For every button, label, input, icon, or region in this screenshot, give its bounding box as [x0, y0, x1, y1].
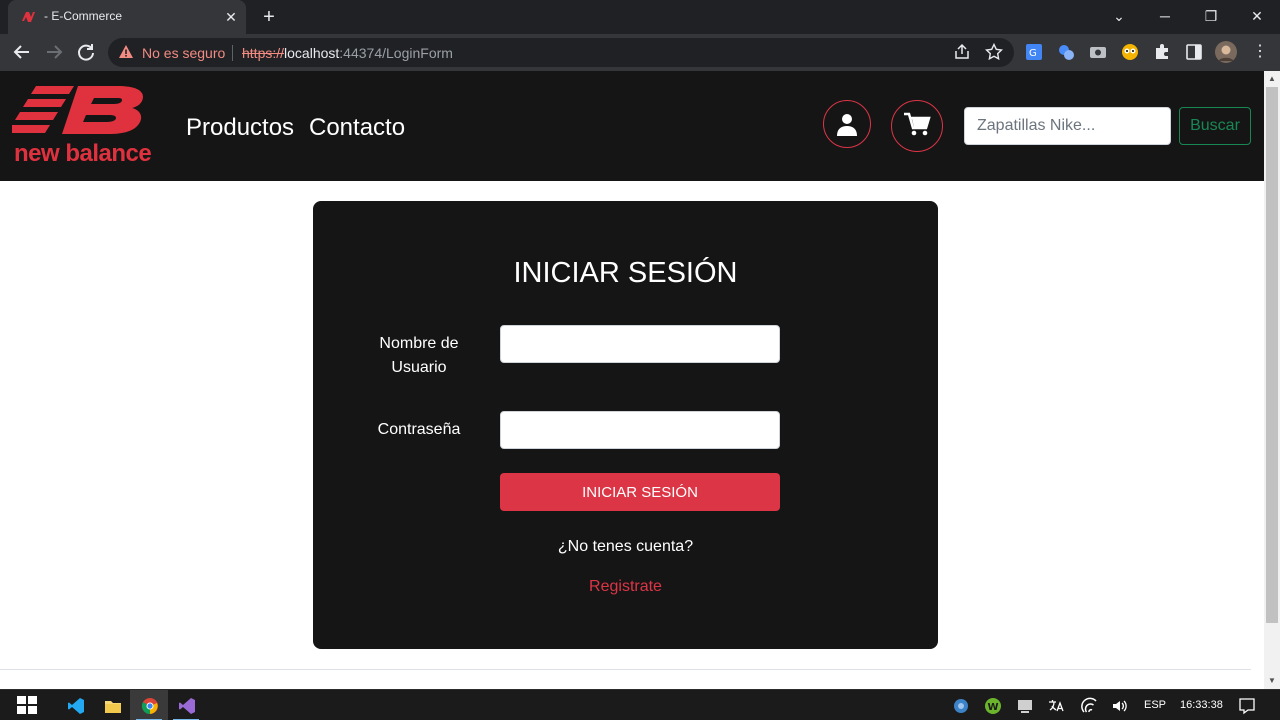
- monitor-tray-icon[interactable]: [1016, 697, 1034, 715]
- close-tab-icon[interactable]: ✕: [222, 8, 240, 26]
- url-scheme: https://: [242, 45, 285, 61]
- new-balance-nb-mark-icon: [7, 86, 143, 134]
- new-tab-button[interactable]: +: [258, 6, 280, 28]
- address-separator: [232, 45, 233, 61]
- site-header: new balance Productos Contacto Buscar: [0, 71, 1264, 181]
- scroll-up-icon[interactable]: ▲: [1268, 75, 1276, 83]
- vscode-icon: [68, 698, 84, 714]
- taskbar-chrome[interactable]: [130, 690, 168, 720]
- tab-title: - E-Commerce: [44, 9, 123, 23]
- translate-extension-icon[interactable]: [1057, 43, 1075, 61]
- visual-studio-icon: [179, 698, 195, 714]
- username-label: Nombre de Usuario: [379, 335, 459, 376]
- network-drive-tray-icon[interactable]: [952, 697, 970, 715]
- no-account-text: ¿No tenes cuenta?: [557, 538, 694, 555]
- taskbar-file-explorer[interactable]: [93, 690, 131, 720]
- kebab-menu-icon[interactable]: ⋮: [1251, 43, 1269, 61]
- browser-tab-active[interactable]: - E-Commerce ✕: [8, 0, 246, 34]
- google-translate-icon[interactable]: G: [1025, 43, 1043, 61]
- page-viewport: new balance Productos Contacto Buscar IN…: [0, 71, 1264, 689]
- url-host: localhost: [284, 45, 340, 61]
- browser-tabstrip: - E-Commerce ✕ + ⌄ ─ ❐ ✕: [0, 0, 1280, 34]
- close-window-button[interactable]: ✕: [1234, 0, 1280, 34]
- login-card: INICIAR SESIÓN Nombre de Usuario Contras…: [313, 201, 938, 649]
- url-text[interactable]: https://localhost:44374/LoginForm: [242, 45, 453, 61]
- volume-tray-icon[interactable]: [1111, 697, 1129, 715]
- svg-text:W: W: [988, 702, 999, 713]
- password-label: Contraseña: [377, 421, 461, 438]
- w-app-tray-icon[interactable]: W: [984, 697, 1002, 715]
- taskbar-visual-studio[interactable]: [167, 690, 205, 720]
- nav-link-contacto[interactable]: Contacto: [309, 114, 405, 142]
- forward-arrow-icon[interactable]: [42, 40, 66, 64]
- folder-icon: [105, 701, 121, 713]
- windows-logo-icon: [17, 696, 37, 714]
- login-submit-button[interactable]: INICIAR SESIÓN: [500, 473, 780, 511]
- nav-link-productos[interactable]: Productos: [186, 114, 294, 142]
- browser-toolbar: No es seguro https://localhost:44374/Log…: [0, 34, 1280, 71]
- restore-button[interactable]: ❐: [1188, 0, 1234, 34]
- svg-text:G: G: [1029, 48, 1037, 59]
- clock[interactable]: 16:33:38: [1180, 699, 1223, 711]
- user-icon: [837, 114, 857, 136]
- bookmark-star-icon[interactable]: [985, 43, 1003, 61]
- address-bar[interactable]: No es seguro https://localhost:44374/Log…: [108, 38, 1014, 67]
- username-input[interactable]: [500, 325, 780, 363]
- url-path: :44374/LoginForm: [339, 45, 453, 61]
- tab-search-chevron-down-icon[interactable]: ⌄: [1096, 0, 1142, 34]
- user-account-button[interactable]: [823, 100, 871, 148]
- wifi-tray-icon[interactable]: [1081, 697, 1099, 715]
- page-divider: [0, 669, 1251, 670]
- product-search-input[interactable]: [964, 107, 1171, 145]
- language-indicator[interactable]: ESP: [1144, 699, 1166, 711]
- register-link[interactable]: Registrate: [313, 578, 938, 596]
- share-icon[interactable]: [953, 43, 971, 61]
- shopping-cart-icon: [904, 112, 931, 136]
- search-button[interactable]: Buscar: [1179, 107, 1251, 145]
- eyes-extension-icon[interactable]: [1121, 43, 1139, 61]
- password-input[interactable]: [500, 411, 780, 449]
- side-panel-icon[interactable]: [1185, 43, 1203, 61]
- warning-icon[interactable]: [118, 44, 134, 60]
- camera-icon[interactable]: [1089, 43, 1107, 61]
- minimize-button[interactable]: ─: [1142, 0, 1188, 34]
- security-status[interactable]: No es seguro: [142, 45, 225, 61]
- profile-avatar-icon[interactable]: [1215, 41, 1237, 63]
- new-balance-favicon: [22, 12, 35, 22]
- windows-taskbar: W ESP 16:33:38: [0, 689, 1280, 720]
- puzzle-extensions-icon[interactable]: [1153, 43, 1171, 61]
- chrome-icon: [141, 698, 158, 715]
- reload-icon[interactable]: [74, 40, 98, 64]
- login-title: INICIAR SESIÓN: [513, 257, 738, 289]
- brand-logo[interactable]: new balance: [7, 83, 162, 167]
- windows-start-button[interactable]: [8, 690, 46, 720]
- taskbar-vscode[interactable]: [56, 690, 94, 720]
- scroll-thumb[interactable]: [1266, 87, 1278, 623]
- page-scrollbar[interactable]: ▲ ▼: [1264, 71, 1280, 689]
- scroll-down-icon[interactable]: ▼: [1268, 677, 1276, 685]
- back-arrow-icon[interactable]: [10, 40, 34, 64]
- ime-tray-icon[interactable]: [1047, 697, 1065, 715]
- brand-logo-text: new balance: [14, 140, 152, 167]
- notification-center-icon[interactable]: [1238, 697, 1256, 715]
- cart-button[interactable]: [891, 100, 943, 152]
